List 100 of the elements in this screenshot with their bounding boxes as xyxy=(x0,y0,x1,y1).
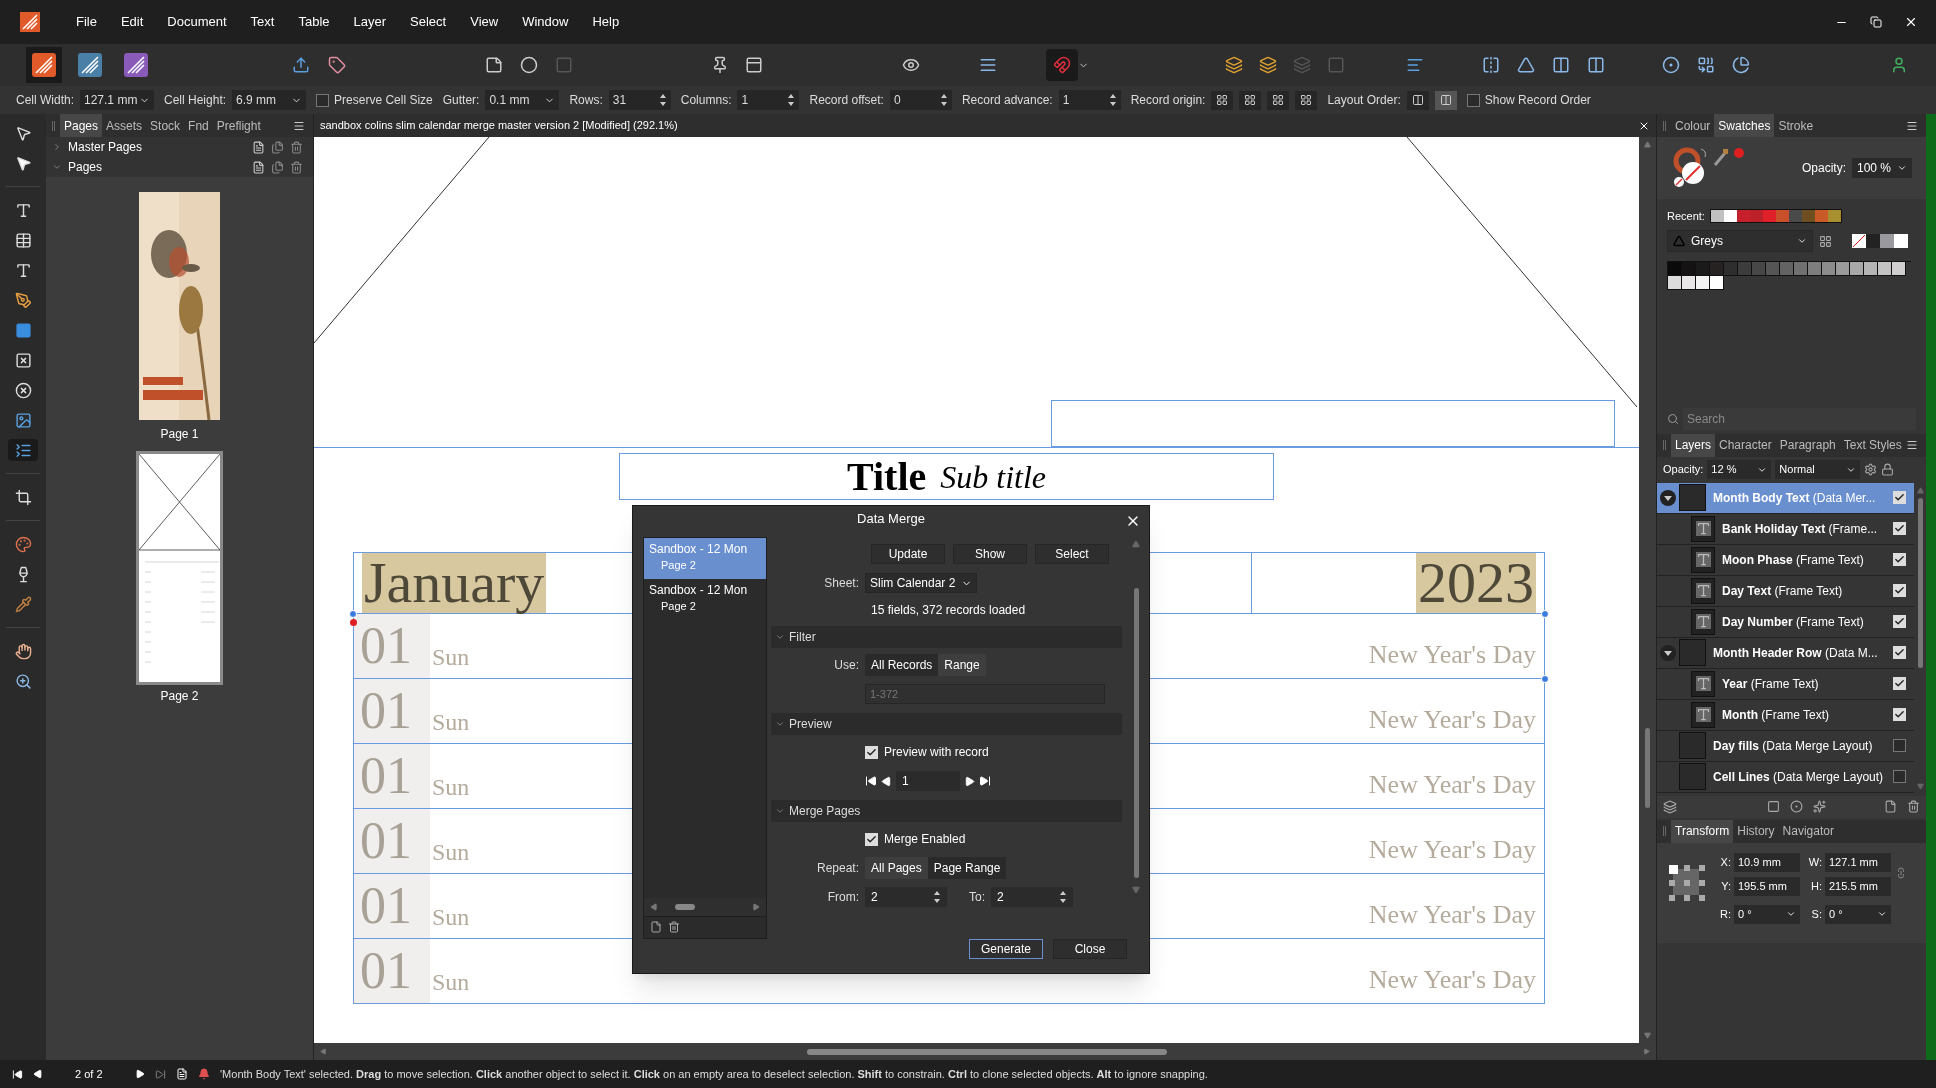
panel-tab[interactable]: Text Styles xyxy=(1839,433,1906,457)
field-label: Recent: xyxy=(1667,208,1705,224)
layer-row[interactable]: Year (Frame Text) xyxy=(1657,668,1914,700)
blend-mode-dropdown[interactable]: Normal xyxy=(1775,460,1861,479)
number-field[interactable]: 10.9 mm xyxy=(1734,852,1800,872)
record-name: Sandbox - 12 Mon xyxy=(649,540,749,558)
year-text: 2023 xyxy=(1416,553,1536,613)
panel-tab[interactable]: Navigator xyxy=(1778,819,1838,843)
page-label: Page 2 xyxy=(160,688,199,705)
weekday-text: Sun xyxy=(432,903,470,931)
field-label: Show Record Order xyxy=(1484,92,1591,109)
layer-row[interactable]: Day Number (Frame Text) xyxy=(1657,606,1914,638)
panel-tab[interactable]: Colour xyxy=(1671,114,1715,137)
layer-name: Month Header Row (Data M... xyxy=(1713,644,1879,662)
dialog-button[interactable]: Show xyxy=(953,544,1027,565)
field-label: Opacity: xyxy=(1802,160,1846,177)
number-field[interactable]: 215.5 mm xyxy=(1825,876,1891,896)
search-field[interactable]: Search xyxy=(1683,407,1916,430)
holiday-text: New Year's Day xyxy=(1368,835,1536,865)
field-label: Record offset: xyxy=(809,92,884,109)
panel-tab[interactable]: Character xyxy=(1715,433,1776,457)
record-field[interactable]: 1 xyxy=(896,771,960,792)
section-header[interactable]: Merge Pages xyxy=(771,799,1122,822)
panel-tab[interactable]: Stroke xyxy=(1774,114,1818,137)
checkbox-label: Merge Enabled xyxy=(884,831,966,849)
number-field[interactable]: 1 xyxy=(737,90,800,110)
dropdown-field[interactable]: 6.9 mm xyxy=(232,90,307,110)
dialog-title: Data Merge xyxy=(857,510,925,529)
panel-tab[interactable]: History xyxy=(1733,819,1779,843)
dialog-button[interactable]: Generate xyxy=(969,938,1043,959)
layer-row[interactable]: Month Header Row (Data M... xyxy=(1657,637,1914,669)
document-tab[interactable]: sandbox colins slim calendar merge master version 2 [Modified] (292.1%) xyxy=(320,117,678,134)
panel-tab[interactable]: Pages xyxy=(60,114,103,137)
dropdown-field[interactable]: 0 ° xyxy=(1825,904,1891,924)
layer-row[interactable]: Moon Phase (Frame Text) xyxy=(1657,544,1914,576)
menu-item[interactable]: Edit xyxy=(109,12,155,32)
panel-tab[interactable]: Swatches xyxy=(1714,114,1775,137)
status-text: 15 fields, 372 records loaded xyxy=(871,601,1026,619)
layer-name: Day Number (Frame Text) xyxy=(1722,613,1865,631)
panel-tab[interactable]: Preflight xyxy=(212,114,265,137)
dropdown-field[interactable]: 0 ° xyxy=(1734,904,1800,924)
menu-item[interactable]: Table xyxy=(287,12,341,32)
menu-item[interactable]: File xyxy=(65,12,108,32)
panel-tab[interactable]: Paragraph xyxy=(1775,433,1840,457)
number-field[interactable]: 2 xyxy=(865,887,947,908)
number-field[interactable]: 127.1 mm xyxy=(1825,852,1891,872)
number-field[interactable]: 0 xyxy=(889,90,952,110)
panel-tab[interactable]: Assets xyxy=(102,114,147,137)
field-label: Record origin: xyxy=(1130,92,1206,109)
layer-name: Year (Frame Text) xyxy=(1722,675,1820,693)
menu-item[interactable]: Help xyxy=(581,12,631,32)
field-label: Cell Width: xyxy=(16,92,74,109)
layer-name: Bank Holiday Text (Frame... xyxy=(1722,520,1879,538)
checkbox-label: Preview with record xyxy=(884,744,989,762)
palette-dropdown[interactable]: Greys xyxy=(1667,230,1813,252)
field-label: Rows: xyxy=(569,92,603,109)
panel-tab[interactable]: Transform xyxy=(1671,819,1734,843)
panel-tab[interactable]: Layers xyxy=(1671,433,1716,457)
record-name: Sandbox - 12 Mon xyxy=(649,581,749,599)
layer-row[interactable]: Month (Frame Text) xyxy=(1657,699,1914,731)
opacity-dropdown[interactable]: 12 % xyxy=(1707,460,1772,479)
number-field[interactable]: 195.5 mm xyxy=(1734,876,1800,896)
segment-option[interactable]: All Records xyxy=(865,654,939,677)
layer-name: Day Text (Frame Text) xyxy=(1722,582,1844,600)
menu-item[interactable]: View xyxy=(459,12,510,32)
layer-row[interactable]: Cell Lines (Data Merge Layout) xyxy=(1657,761,1914,793)
dropdown-field[interactable]: 127.1 mm xyxy=(80,90,154,110)
field-label: X: xyxy=(1719,854,1731,870)
menu-item[interactable]: Layer xyxy=(342,12,398,32)
field-label: Opacity: xyxy=(1663,462,1704,478)
panel-tab[interactable]: Stock xyxy=(146,114,185,137)
layer-row[interactable]: Day fills (Data Merge Layout) xyxy=(1657,730,1914,762)
segment-option[interactable]: Page Range xyxy=(927,857,1007,880)
dropdown-field[interactable]: 0.1 mm xyxy=(485,90,560,110)
dialog-button[interactable]: Update xyxy=(871,544,945,565)
layer-row[interactable]: Bank Holiday Text (Frame... xyxy=(1657,513,1914,545)
title-text: Title xyxy=(847,452,927,501)
menu-item[interactable]: Select xyxy=(399,12,458,32)
panel-tab[interactable]: Fnd xyxy=(184,114,213,137)
section-header[interactable]: Preview xyxy=(771,712,1122,735)
day-number: 01 xyxy=(360,813,412,869)
sheet-dropdown[interactable]: Slim Calendar 2 xyxy=(865,573,978,594)
menu-item[interactable]: Window xyxy=(511,12,580,32)
field-label: Record advance: xyxy=(961,92,1053,109)
dialog-button[interactable]: Select xyxy=(1035,544,1109,565)
number-field[interactable]: 2 xyxy=(991,887,1073,908)
day-number: 01 xyxy=(360,748,412,804)
page-indicator: 2 of 2 xyxy=(75,1066,104,1082)
day-number: 01 xyxy=(360,618,412,674)
number-field[interactable]: 1 xyxy=(1058,90,1121,110)
section-header[interactable]: Filter xyxy=(771,625,1122,648)
menu-item[interactable]: Text xyxy=(239,12,286,32)
menu-item[interactable]: Document xyxy=(156,12,238,32)
dialog-button[interactable]: Close xyxy=(1053,938,1127,959)
record-item[interactable]: Sandbox - 12 Mon Page 2 xyxy=(644,578,766,620)
number-field[interactable]: 31 xyxy=(608,90,671,110)
layer-row[interactable]: Day Text (Frame Text) xyxy=(1657,575,1914,607)
weekday-text: Sun xyxy=(432,773,470,801)
opacity-dropdown[interactable]: 100 % xyxy=(1852,158,1912,178)
section-label: Master Pages xyxy=(68,139,144,156)
